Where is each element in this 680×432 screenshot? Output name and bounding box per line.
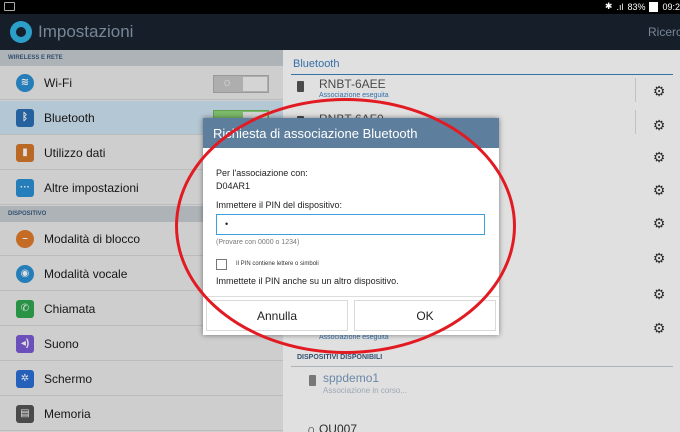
signal-icon: .ıl	[616, 1, 624, 12]
bluetooth-status-icon: ✱	[604, 1, 613, 11]
status-icons: ✱ .ıl 83% 09:2	[605, 1, 680, 12]
status-time: 09:2	[662, 1, 680, 12]
screenshot-icon	[4, 2, 15, 11]
highlight-annotation	[175, 98, 516, 354]
battery-percent: 83%	[627, 1, 646, 12]
battery-icon	[649, 1, 659, 12]
status-bar: ✱ .ıl 83% 09:2	[0, 0, 680, 14]
